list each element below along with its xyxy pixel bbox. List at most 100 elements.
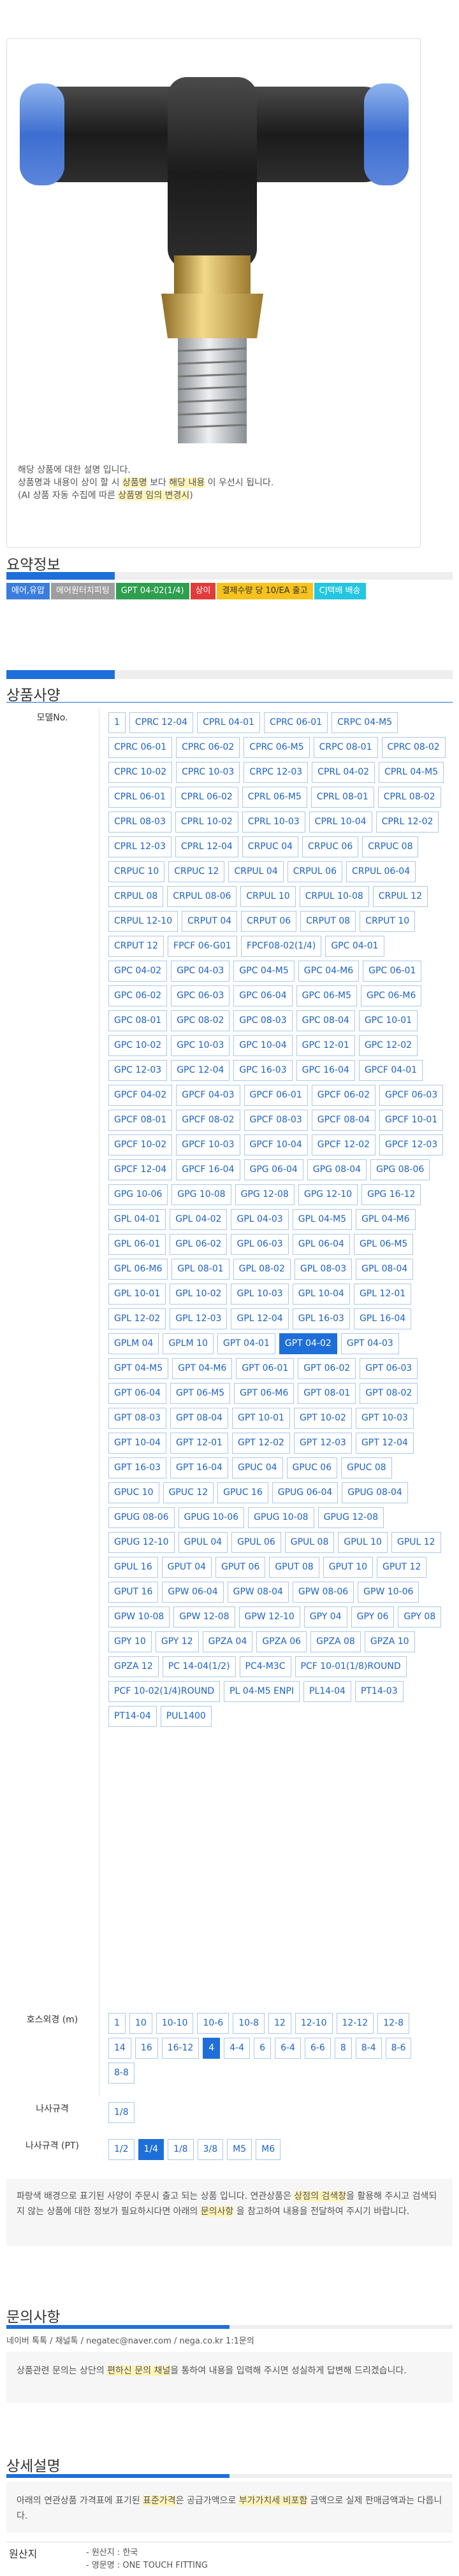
- hose-option[interactable]: 10-10: [156, 2013, 194, 2034]
- model-option[interactable]: GPL 04-M6: [356, 1209, 416, 1230]
- hose-option[interactable]: 6-4: [275, 2038, 301, 2059]
- model-option[interactable]: CRPUL 08-06: [167, 886, 237, 907]
- model-option[interactable]: GPY 10: [108, 1631, 152, 1652]
- model-option[interactable]: GPUT 12: [377, 1557, 427, 1578]
- model-option[interactable]: GPC 10-04: [233, 1035, 293, 1056]
- model-option[interactable]: CPRL 10-02: [175, 812, 238, 833]
- model-option[interactable]: GPC 10-02: [108, 1035, 168, 1056]
- model-option[interactable]: GPY 08: [398, 1606, 442, 1628]
- model-option[interactable]: GPC 04-01: [325, 936, 384, 957]
- model-option[interactable]: GPC 08-04: [296, 1010, 355, 1031]
- model-option[interactable]: GPUG 06-04: [272, 1482, 339, 1503]
- model-option[interactable]: PC 14-04(1/2): [162, 1656, 236, 1677]
- model-option[interactable]: GPG 10-06: [108, 1184, 168, 1205]
- hose-option[interactable]: 1: [108, 2013, 126, 2034]
- model-option[interactable]: GPCF 12-04: [108, 1159, 173, 1180]
- model-option[interactable]: GPW 12-08: [173, 1606, 235, 1628]
- model-option[interactable]: GPT 04-03: [340, 1333, 399, 1354]
- model-option[interactable]: GPT 06-M6: [234, 1383, 295, 1404]
- hose-option[interactable]: 6: [254, 2038, 272, 2059]
- model-option[interactable]: GPUG 08-04: [342, 1482, 408, 1503]
- model-option[interactable]: GPL 08-01: [171, 1259, 229, 1280]
- model-option[interactable]: GPL 04-M5: [292, 1209, 353, 1230]
- hose-option[interactable]: 4-4: [224, 2038, 251, 2059]
- model-option[interactable]: GPG 12-08: [235, 1184, 295, 1205]
- model-option[interactable]: GPZA 12: [108, 1656, 159, 1677]
- model-option[interactable]: CRPUC 04: [242, 836, 299, 857]
- model-option[interactable]: GPZA 08: [310, 1631, 361, 1652]
- model-option[interactable]: GPC 10-03: [171, 1035, 230, 1056]
- model-option[interactable]: GPT 12-01: [170, 1433, 228, 1454]
- model-option[interactable]: CRPUL 12-10: [108, 911, 178, 932]
- model-option[interactable]: GPL 12-03: [170, 1308, 228, 1329]
- model-option[interactable]: GPL 04-02: [170, 1209, 228, 1230]
- contact-channels[interactable]: 네이버 톡톡 / 채널톡 / negatec@naver.com / nega.…: [6, 2334, 254, 2346]
- model-option[interactable]: GPL 10-04: [292, 1284, 350, 1305]
- model-option[interactable]: GPUT 16: [108, 1582, 159, 1603]
- model-option[interactable]: GPC 04-M5: [233, 961, 295, 982]
- model-option[interactable]: GPC 16-03: [233, 1060, 293, 1081]
- model-option[interactable]: PL 04-M5 ENPI: [224, 1681, 300, 1702]
- model-option[interactable]: CRPUL 04: [228, 861, 284, 882]
- model-option[interactable]: CRPUT 08: [300, 911, 356, 932]
- model-option[interactable]: GPUC 06: [286, 1457, 338, 1478]
- model-option[interactable]: GPG 08-04: [307, 1159, 367, 1180]
- model-option[interactable]: GPZA 06: [256, 1631, 307, 1652]
- model-option[interactable]: CPRL 08-01: [310, 787, 374, 808]
- model-option[interactable]: GPL 10-01: [108, 1284, 166, 1305]
- model-option[interactable]: CPRC 12-04: [129, 712, 194, 733]
- model-option[interactable]: GPUG 10-06: [178, 1507, 245, 1528]
- model-option[interactable]: CRPUT 12: [108, 936, 164, 957]
- model-option[interactable]: GPC 06-01: [363, 961, 422, 982]
- model-option[interactable]: GPL 12-02: [108, 1308, 166, 1329]
- model-option[interactable]: GPY 12: [155, 1631, 199, 1652]
- model-option[interactable]: GPT 10-02: [293, 1408, 352, 1429]
- model-option[interactable]: GPT 08-04: [170, 1408, 228, 1429]
- model-option[interactable]: GPCF 08-02: [176, 1110, 240, 1131]
- model-option[interactable]: GPUC 04: [231, 1457, 283, 1478]
- model-option[interactable]: GPUT 04: [161, 1557, 212, 1578]
- screw-option[interactable]: 1/8: [108, 2102, 135, 2123]
- model-option[interactable]: PCF 10-02(1/4)ROUND: [108, 1681, 221, 1702]
- model-option[interactable]: CPRL 04-02: [312, 762, 375, 783]
- model-option[interactable]: GPC 04-02: [108, 961, 168, 982]
- model-option[interactable]: GPC 12-04: [171, 1060, 230, 1081]
- model-option[interactable]: GPT 04-M6: [172, 1358, 233, 1379]
- model-option[interactable]: GPCF 10-01: [379, 1110, 444, 1131]
- model-option[interactable]: GPL 04-03: [231, 1209, 289, 1230]
- hose-option[interactable]: 4: [203, 2038, 221, 2059]
- model-option[interactable]: PCF 10-01(1/8)ROUND: [295, 1656, 407, 1677]
- hose-option[interactable]: 12: [268, 2013, 291, 2034]
- model-option[interactable]: GPL 12-01: [353, 1284, 412, 1305]
- model-option[interactable]: GPCF 12-02: [311, 1134, 375, 1156]
- model-option[interactable]: GPL 16-03: [292, 1308, 350, 1329]
- model-option[interactable]: CPRL 12-04: [175, 836, 238, 857]
- model-option[interactable]: CRPUL 06: [287, 861, 342, 882]
- model-option[interactable]: CPRL 06-02: [175, 787, 238, 808]
- model-option[interactable]: CPRL 04-01: [197, 712, 260, 733]
- model-option[interactable]: GPUL 10: [338, 1532, 388, 1553]
- model-option[interactable]: GPL 08-02: [233, 1259, 291, 1280]
- model-option[interactable]: GPUG 12-08: [317, 1507, 384, 1528]
- model-option[interactable]: CRPUC 12: [168, 861, 225, 882]
- model-option[interactable]: GPT 06-03: [360, 1358, 418, 1379]
- model-option[interactable]: CRPC 12-03: [244, 762, 309, 783]
- model-option[interactable]: GPCF 06-03: [379, 1085, 444, 1106]
- model-option[interactable]: GPT 06-01: [236, 1358, 295, 1379]
- model-option[interactable]: GPUL 08: [284, 1532, 335, 1553]
- model-option[interactable]: GPL 06-02: [170, 1234, 228, 1255]
- model-option[interactable]: GPCF 04-02: [108, 1085, 173, 1106]
- model-option[interactable]: CPRC 10-02: [108, 762, 173, 783]
- model-option[interactable]: GPL 06-04: [292, 1234, 350, 1255]
- model-option[interactable]: GPC 06-02: [108, 985, 168, 1006]
- model-option[interactable]: GPT 16-03: [108, 1457, 166, 1478]
- model-option[interactable]: GPW 08-04: [227, 1582, 289, 1603]
- model-option[interactable]: PT14-03: [354, 1681, 404, 1702]
- model-option[interactable]: GPG 16-12: [361, 1184, 421, 1205]
- model-option[interactable]: GPT 10-03: [355, 1408, 414, 1429]
- model-option[interactable]: GPZA 10: [364, 1631, 415, 1652]
- model-option[interactable]: GPCF 08-01: [108, 1110, 173, 1131]
- model-option[interactable]: GPW 08-06: [292, 1582, 354, 1603]
- model-option[interactable]: GPG 12-10: [298, 1184, 358, 1205]
- screw-pt-option[interactable]: M6: [256, 2139, 281, 2160]
